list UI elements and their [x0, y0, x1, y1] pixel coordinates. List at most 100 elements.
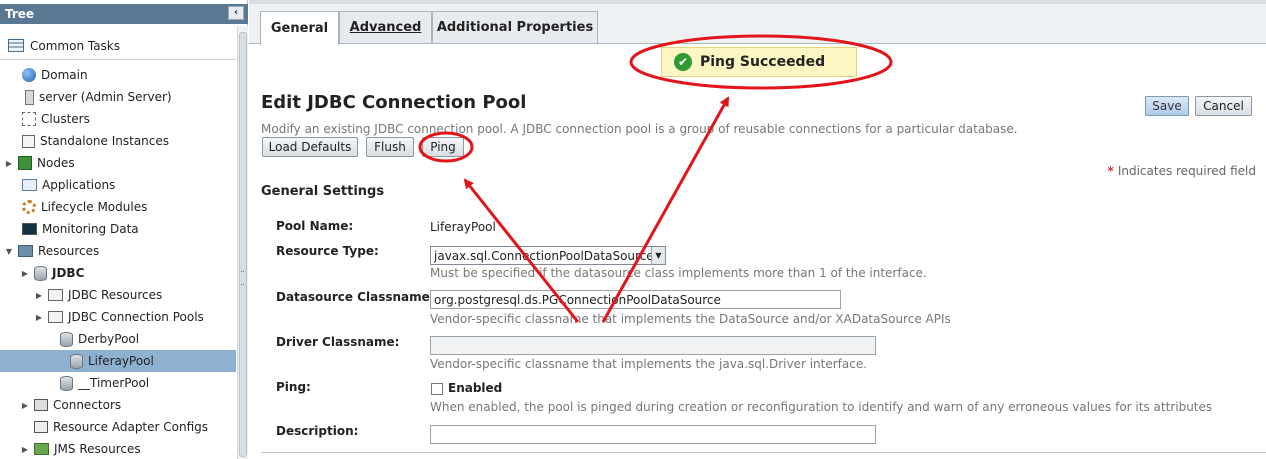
- tab-additional-properties[interactable]: Additional Properties: [432, 11, 598, 43]
- ping-enabled-checkbox[interactable]: [431, 383, 443, 395]
- tree-node-jdbc[interactable]: ▶ JDBC: [20, 262, 84, 284]
- tree-node-liferaypool[interactable]: LiferayPool: [0, 350, 236, 372]
- cluster-icon: [22, 112, 36, 126]
- tree-node-jdbc-connection-pools[interactable]: ▶ JDBC Connection Pools: [34, 306, 204, 328]
- resource-type-select[interactable]: javax.sql.ConnectionPoolDataSource ▼: [430, 246, 666, 265]
- expand-arrow-icon[interactable]: ▶: [20, 445, 30, 454]
- driver-classname-hint: Vendor-specific classname that implement…: [430, 357, 868, 371]
- tree-node-label: LiferayPool: [88, 354, 154, 368]
- expand-arrow-icon[interactable]: ▶: [34, 291, 44, 300]
- expand-arrow-icon[interactable]: ▶: [4, 159, 14, 168]
- tree-node-lifecycle-modules[interactable]: Lifecycle Modules: [8, 196, 147, 218]
- tree-node-label: Monitoring Data: [42, 222, 139, 236]
- tab-label: Additional Properties: [436, 20, 594, 35]
- save-button[interactable]: Save: [1145, 96, 1189, 116]
- tab-label: General: [270, 21, 329, 36]
- tree-scrollbar[interactable]: [237, 26, 248, 459]
- resource-type-label: Resource Type:: [276, 244, 379, 258]
- description-label: Description:: [276, 424, 359, 438]
- datasource-classname-input[interactable]: org.postgresql.ds.PGConnectionPoolDataSo…: [430, 290, 841, 309]
- database-icon: [60, 375, 73, 391]
- ping-status-message: ✔ Ping Succeeded: [661, 47, 857, 77]
- tab-general[interactable]: General: [260, 11, 339, 45]
- tree-node-label: DerbyPool: [78, 332, 140, 346]
- tree-node-label: Resources: [38, 244, 100, 258]
- tree-node-label: JMS Resources: [54, 442, 141, 456]
- tree-node-label: JDBC Resources: [68, 288, 163, 302]
- required-note-text: Indicates required field: [1117, 164, 1256, 178]
- ping-button[interactable]: Ping: [422, 137, 464, 157]
- tree-node-applications[interactable]: Applications: [8, 174, 115, 196]
- tree-node-label: __TimerPool: [78, 376, 150, 390]
- applications-icon: [22, 179, 37, 191]
- dropdown-arrow-icon[interactable]: ▼: [651, 247, 665, 264]
- jms-icon: [34, 443, 49, 455]
- globe-icon: [22, 68, 36, 82]
- tree-node-resource-adapter-configs[interactable]: Resource Adapter Configs: [30, 416, 208, 438]
- tree-node-label: Connectors: [53, 398, 122, 412]
- expand-arrow-icon[interactable]: ▶: [34, 313, 44, 322]
- database-icon: [70, 353, 83, 369]
- pool-name-label: Pool Name:: [276, 219, 354, 233]
- driver-classname-input[interactable]: [430, 336, 876, 355]
- database-icon: [60, 331, 73, 347]
- tree-node-label: JDBC: [52, 266, 85, 280]
- folder-icon: [48, 311, 63, 323]
- tree-node-nodes[interactable]: ▶ Nodes: [4, 152, 75, 174]
- ping-hint: When enabled, the pool is pinged during …: [430, 400, 1213, 414]
- tree-body: Common Tasks Domain server (Admin Server…: [0, 26, 236, 459]
- tree-node-monitoring-data[interactable]: Monitoring Data: [8, 218, 139, 240]
- collapse-tree-icon[interactable]: ‹: [228, 6, 244, 20]
- cancel-button[interactable]: Cancel: [1195, 96, 1252, 116]
- ping-status-text: Ping Succeeded: [700, 54, 826, 70]
- tree-header: Tree ‹: [0, 4, 248, 24]
- tree-node-label: Standalone Instances: [40, 134, 170, 148]
- monitor-icon: [22, 223, 37, 235]
- scrollbar-thumb[interactable]: [239, 32, 247, 457]
- expand-arrow-icon[interactable]: ▶: [20, 269, 30, 278]
- table-icon: [8, 39, 24, 52]
- tree-node-clusters[interactable]: Clusters: [8, 108, 90, 130]
- tree-node-label: Domain: [41, 68, 88, 82]
- tree-node-server[interactable]: server (Admin Server): [8, 86, 172, 108]
- expand-arrow-icon[interactable]: ▶: [20, 401, 30, 410]
- adapter-icon: [34, 421, 48, 433]
- tree-node-label: server (Admin Server): [39, 90, 172, 104]
- instance-icon: [22, 134, 35, 148]
- description-input[interactable]: [430, 425, 876, 444]
- datasource-classname-value: org.postgresql.ds.PGConnectionPoolDataSo…: [434, 292, 721, 307]
- tree-node-label: Clusters: [41, 112, 90, 126]
- page-help-text: Modify an existing JDBC connection pool.…: [261, 122, 1018, 136]
- tree-node-derbypool[interactable]: DerbyPool: [56, 328, 139, 350]
- tree-title: Tree: [5, 7, 35, 21]
- ping-enabled-label[interactable]: Enabled: [448, 381, 502, 395]
- tab-advanced[interactable]: Advanced: [339, 11, 432, 43]
- section-title: General Settings: [261, 184, 385, 199]
- collapse-arrow-icon[interactable]: ▼: [4, 247, 14, 256]
- tab-label: Advanced: [349, 20, 422, 35]
- load-defaults-button[interactable]: Load Defaults: [262, 137, 358, 157]
- common-tasks-link[interactable]: Common Tasks: [0, 32, 236, 60]
- lifecycle-icon: [22, 200, 36, 214]
- driver-classname-label: Driver Classname:: [276, 335, 400, 349]
- tree-node-timerpool[interactable]: __TimerPool: [56, 372, 149, 394]
- resources-icon: [18, 245, 33, 257]
- check-circle-icon: ✔: [674, 53, 692, 71]
- flush-button[interactable]: Flush: [366, 137, 414, 157]
- required-star: *: [1107, 164, 1114, 178]
- pool-name-value: LiferayPool: [430, 220, 496, 234]
- connector-icon: [34, 399, 48, 411]
- tree-node-jdbc-resources[interactable]: ▶ JDBC Resources: [34, 284, 162, 306]
- tree-node-domain[interactable]: Domain: [8, 64, 88, 86]
- datasource-classname-label: Datasource Classname:: [276, 290, 435, 304]
- tree-node-standalone-instances[interactable]: Standalone Instances: [8, 130, 169, 152]
- required-field-note: * Indicates required field: [1108, 164, 1256, 178]
- ping-label: Ping:: [276, 380, 311, 394]
- tree-node-connectors[interactable]: ▶ Connectors: [20, 394, 121, 416]
- datasource-classname-hint: Vendor-specific classname that implement…: [430, 312, 951, 326]
- folder-icon: [48, 289, 63, 301]
- tree-node-jms-resources[interactable]: ▶ JMS Resources: [20, 438, 141, 459]
- resource-type-hint: Must be specified if the datasource clas…: [430, 266, 927, 280]
- database-icon: [34, 265, 47, 281]
- tree-node-resources[interactable]: ▼ Resources: [4, 240, 99, 262]
